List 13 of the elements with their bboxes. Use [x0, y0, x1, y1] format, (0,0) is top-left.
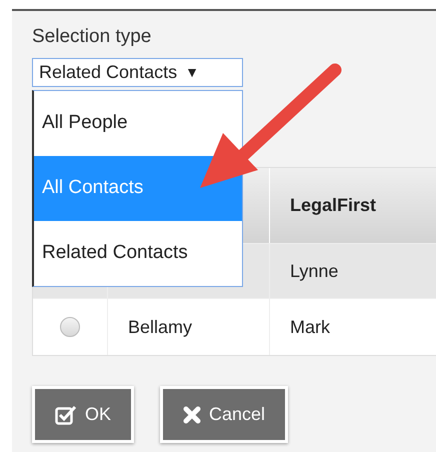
field-label: Selection type: [32, 25, 152, 49]
selection-dropdown[interactable]: Related Contacts ▼: [32, 58, 243, 87]
table-cell-text: Lynne: [290, 260, 338, 283]
ok-button[interactable]: OK: [32, 386, 134, 443]
caret-icon: ▼: [185, 62, 199, 83]
checkbox-icon: [55, 404, 77, 424]
selected-value: Related Contacts: [39, 61, 178, 84]
column-header[interactable]: LegalFirst: [270, 168, 436, 243]
table-cell-text: Mark: [290, 316, 330, 338]
cancel-button[interactable]: Cancel: [160, 386, 288, 443]
table-cell-text: Bellamy: [128, 316, 192, 339]
radio-button[interactable]: [60, 317, 80, 337]
close-icon: [183, 406, 202, 424]
